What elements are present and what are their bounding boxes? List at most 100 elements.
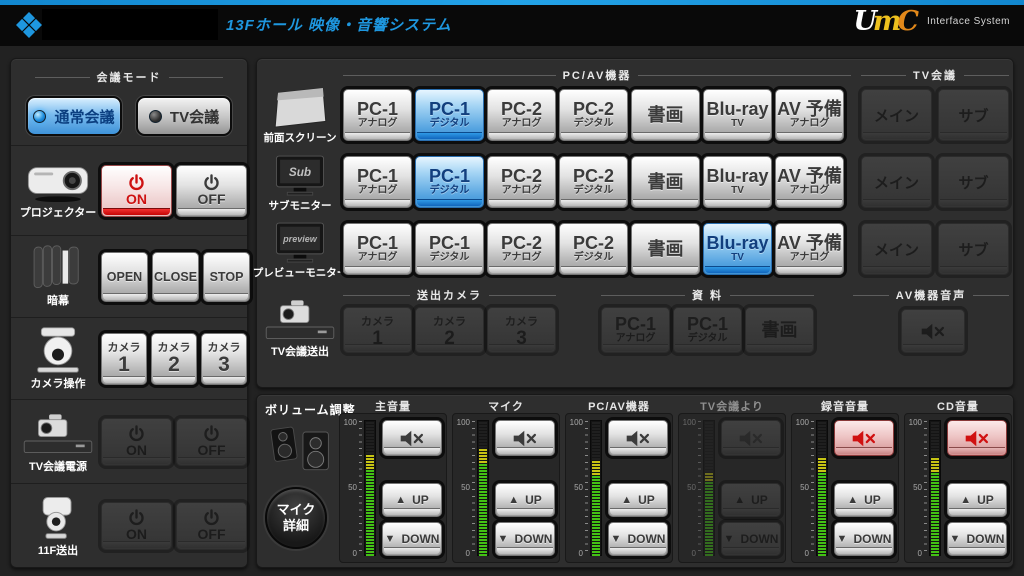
power-icon: [127, 173, 146, 192]
row3-tvconf-main-button[interactable]: メイン: [861, 223, 932, 275]
doc-shoga-button[interactable]: 書画: [745, 307, 814, 353]
mute-button[interactable]: [947, 420, 1007, 456]
av-audio-header: AV機器音声: [853, 287, 1009, 303]
row1-av-spare-button[interactable]: AV 予備アナログ: [775, 89, 844, 141]
row1-tvconf-sub-button[interactable]: サブ: [938, 89, 1009, 141]
camera-number: 2: [444, 329, 455, 348]
doc-pc1-analog-button[interactable]: PC-1アナログ: [601, 307, 670, 353]
btn-label: PC-2: [501, 167, 542, 186]
off-label: OFF: [198, 443, 226, 458]
volume-down-button[interactable]: ▼DOWN: [608, 522, 668, 556]
volume-down-button[interactable]: ▼DOWN: [721, 522, 781, 556]
camera-word: カメラ: [433, 313, 466, 329]
row3-pc2-analog-button[interactable]: PC-2アナログ: [487, 223, 556, 275]
volume-down-button[interactable]: ▼DOWN: [382, 522, 442, 556]
mute-button[interactable]: [495, 420, 555, 456]
row3-tvconf-sub-button[interactable]: サブ: [938, 223, 1009, 275]
sub-monitor-label: サブモニター: [269, 198, 332, 213]
row2-tvconf-sub-button[interactable]: サブ: [938, 156, 1009, 208]
camera-2-button[interactable]: カメラ 2: [151, 333, 197, 385]
volume-column-recording: 100 50 0 ▲UP ▼DOWN: [791, 413, 899, 563]
volume-column-label: 録音音量: [791, 398, 899, 414]
volume-down-button[interactable]: ▼DOWN: [947, 522, 1007, 556]
mic-detail-button[interactable]: マイク 詳細: [265, 487, 327, 549]
down-triangle-icon: ▼: [498, 533, 509, 545]
row2-pc2-analog-button[interactable]: PC-2アナログ: [487, 156, 556, 208]
btn-label: AV 予備: [777, 167, 842, 186]
level-meter: [929, 420, 941, 556]
av-audio-header-label: AV機器音声: [896, 287, 966, 303]
row2-pc1-analog-button[interactable]: PC-1アナログ: [343, 156, 412, 208]
curtain-open-button[interactable]: OPEN: [101, 252, 148, 302]
tv-conference-power-label: TV会議電源: [29, 458, 87, 474]
send-camera-3-button[interactable]: カメラ 3: [487, 307, 556, 353]
floor11-send-on-button[interactable]: ON: [101, 502, 172, 550]
camera-number: 3: [516, 329, 527, 348]
level-meter: [590, 420, 602, 556]
volume-down-button[interactable]: ▼DOWN: [495, 522, 555, 556]
btn-label: PC-1: [687, 315, 728, 334]
normal-meeting-button[interactable]: 通常会議: [26, 96, 122, 136]
mute-button[interactable]: [608, 420, 668, 456]
row3-pc1-digital-button[interactable]: PC-1デジタル: [415, 223, 484, 275]
volume-up-button[interactable]: ▲UP: [721, 483, 781, 517]
row1-pc1-analog-button[interactable]: PC-1アナログ: [343, 89, 412, 141]
av-audio-mute-button[interactable]: [901, 309, 965, 353]
row2-document-camera-button[interactable]: 書画: [631, 156, 700, 208]
off-label: OFF: [198, 527, 226, 542]
brand-letter-c: C: [897, 6, 919, 37]
curtain-stop-button[interactable]: STOP: [203, 252, 250, 302]
volume-up-button[interactable]: ▲UP: [834, 483, 894, 517]
btn-label: 書画: [762, 321, 798, 340]
row1-pc2-analog-button[interactable]: PC-2アナログ: [487, 89, 556, 141]
tv-conference-send-cell: TV会議送出: [259, 295, 341, 359]
row1-bluray-tv-button[interactable]: Blu-rayTV: [703, 89, 772, 141]
meter-scale: 100 50 0: [794, 420, 814, 556]
floor11-send-off-button[interactable]: OFF: [176, 502, 247, 550]
btn-label: PC-1: [429, 234, 470, 253]
btn-sublabel: デジタル: [574, 118, 614, 130]
curtain-close-button[interactable]: CLOSE: [152, 252, 199, 302]
send-camera-2-button[interactable]: カメラ 2: [415, 307, 484, 353]
scale-100: 100: [457, 418, 470, 427]
row3-bluray-tv-button[interactable]: Blu-rayTV: [703, 223, 772, 275]
row3-pc2-digital-button[interactable]: PC-2デジタル: [559, 223, 628, 275]
volume-up-button[interactable]: ▲UP: [947, 483, 1007, 517]
tv-conference-power-on-button[interactable]: ON: [101, 418, 172, 466]
volume-down-button[interactable]: ▼DOWN: [834, 522, 894, 556]
row3-pc1-analog-button[interactable]: PC-1アナログ: [343, 223, 412, 275]
btn-sublabel: TV: [731, 185, 744, 197]
send-camera-icon: [32, 493, 84, 541]
row2-pc2-digital-button[interactable]: PC-2デジタル: [559, 156, 628, 208]
send-camera-1-button[interactable]: カメラ 1: [343, 307, 412, 353]
row2-av-spare-button[interactable]: AV 予備アナログ: [775, 156, 844, 208]
row2-bluray-tv-button[interactable]: Blu-rayTV: [703, 156, 772, 208]
mute-button[interactable]: [721, 420, 781, 456]
camera-1-button[interactable]: カメラ 1: [101, 333, 147, 385]
projector-off-button[interactable]: OFF: [176, 165, 247, 217]
mute-button[interactable]: [834, 420, 894, 456]
btn-label: PC-2: [573, 100, 614, 119]
volume-up-button[interactable]: ▲UP: [608, 483, 668, 517]
row3-av-spare-button[interactable]: AV 予備アナログ: [775, 223, 844, 275]
tv-meeting-button[interactable]: TV会議: [136, 96, 232, 136]
btn-sublabel: デジタル: [574, 252, 614, 264]
mute-button[interactable]: [382, 420, 442, 456]
volume-column-label: TV会議より: [678, 398, 786, 414]
row1-document-camera-button[interactable]: 書画: [631, 89, 700, 141]
camera-3-button[interactable]: カメラ 3: [201, 333, 247, 385]
up-triangle-icon: ▲: [960, 494, 971, 506]
camera-word: カメラ: [361, 313, 394, 329]
projector-on-button[interactable]: ON: [101, 165, 172, 217]
row1-pc2-digital-button[interactable]: PC-2デジタル: [559, 89, 628, 141]
row3-document-camera-button[interactable]: 書画: [631, 223, 700, 275]
btn-label: 書画: [648, 173, 684, 192]
volume-up-button[interactable]: ▲UP: [382, 483, 442, 517]
doc-pc1-digital-button[interactable]: PC-1デジタル: [673, 307, 742, 353]
row2-pc1-digital-button[interactable]: PC-1デジタル: [415, 156, 484, 208]
row1-tvconf-main-button[interactable]: メイン: [861, 89, 932, 141]
tv-conference-power-off-button[interactable]: OFF: [176, 418, 247, 466]
row1-pc1-digital-button[interactable]: PC-1デジタル: [415, 89, 484, 141]
row2-tvconf-main-button[interactable]: メイン: [861, 156, 932, 208]
volume-up-button[interactable]: ▲UP: [495, 483, 555, 517]
